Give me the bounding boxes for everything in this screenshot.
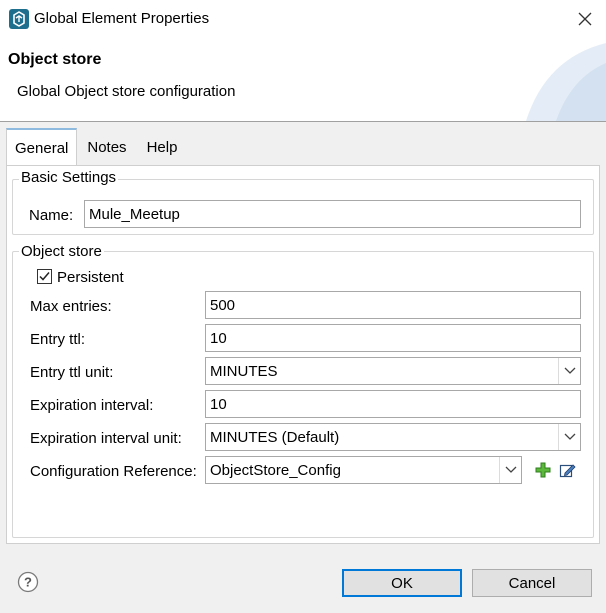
edit-icon[interactable] bbox=[559, 462, 577, 480]
tab-help-label: Help bbox=[146, 138, 178, 156]
chevron-down-icon[interactable] bbox=[558, 358, 580, 384]
expiration-interval-unit-select[interactable]: MINUTES (Default) bbox=[205, 423, 581, 451]
basic-settings-legend: Basic Settings bbox=[19, 169, 119, 186]
name-field[interactable]: Mule_Meetup bbox=[84, 200, 581, 228]
entry-ttl-unit-label: Entry ttl unit: bbox=[30, 364, 114, 381]
persistent-checkbox[interactable] bbox=[37, 269, 52, 284]
entry-ttl-unit-value: MINUTES bbox=[210, 362, 278, 380]
tab-bar: General Notes Help bbox=[6, 128, 187, 166]
header-decoration-graphic bbox=[526, 43, 606, 121]
object-store-legend: Object store bbox=[19, 243, 104, 260]
name-label: Name: bbox=[29, 207, 74, 224]
entry-ttl-value: 10 bbox=[210, 329, 227, 347]
chevron-down-icon[interactable] bbox=[499, 457, 521, 483]
tab-general-label: General bbox=[15, 139, 69, 157]
window-title: Global Element Properties bbox=[34, 10, 210, 27]
ok-button-label: OK bbox=[391, 574, 413, 592]
config-reference-label: Configuration Reference: bbox=[30, 463, 197, 480]
dialog-header: Object store Global Object store configu… bbox=[0, 38, 606, 121]
general-tab-panel: Basic Settings Name: Mule_Meetup Object … bbox=[6, 165, 600, 544]
tab-notes-label: Notes bbox=[87, 138, 127, 156]
persistent-label: Persistent bbox=[57, 269, 124, 286]
entry-ttl-label: Entry ttl: bbox=[30, 331, 86, 348]
page-title: Object store bbox=[8, 51, 102, 68]
close-icon[interactable] bbox=[572, 6, 598, 32]
tab-help[interactable]: Help bbox=[137, 128, 188, 166]
tab-notes[interactable]: Notes bbox=[77, 128, 136, 166]
svg-text:?: ? bbox=[24, 575, 32, 590]
page-subtitle: Global Object store configuration bbox=[17, 83, 236, 100]
title-bar: Global Element Properties bbox=[0, 0, 606, 38]
chevron-down-icon[interactable] bbox=[558, 424, 580, 450]
add-plus-icon[interactable] bbox=[535, 462, 553, 480]
entry-ttl-field[interactable]: 10 bbox=[205, 324, 581, 352]
cancel-button[interactable]: Cancel bbox=[472, 569, 592, 597]
expiration-interval-field[interactable]: 10 bbox=[205, 390, 581, 418]
max-entries-field[interactable]: 500 bbox=[205, 291, 581, 319]
help-icon[interactable]: ? bbox=[17, 571, 39, 593]
entry-ttl-unit-select[interactable]: MINUTES bbox=[205, 357, 581, 385]
max-entries-label: Max entries: bbox=[30, 298, 112, 315]
expiration-interval-unit-value: MINUTES (Default) bbox=[210, 428, 340, 446]
expiration-interval-unit-label: Expiration interval unit: bbox=[30, 430, 182, 447]
header-divider bbox=[0, 121, 606, 122]
tab-general[interactable]: General bbox=[6, 128, 78, 166]
name-field-value: Mule_Meetup bbox=[89, 205, 180, 223]
cancel-button-label: Cancel bbox=[508, 574, 556, 592]
config-reference-select[interactable]: ObjectStore_Config bbox=[205, 456, 522, 484]
ok-button[interactable]: OK bbox=[342, 569, 462, 597]
expiration-interval-value: 10 bbox=[210, 395, 227, 413]
expiration-interval-label: Expiration interval: bbox=[30, 397, 154, 414]
mule-global-element-icon bbox=[9, 9, 29, 29]
max-entries-value: 500 bbox=[210, 296, 236, 314]
config-reference-value: ObjectStore_Config bbox=[210, 461, 341, 479]
check-icon bbox=[39, 272, 50, 281]
